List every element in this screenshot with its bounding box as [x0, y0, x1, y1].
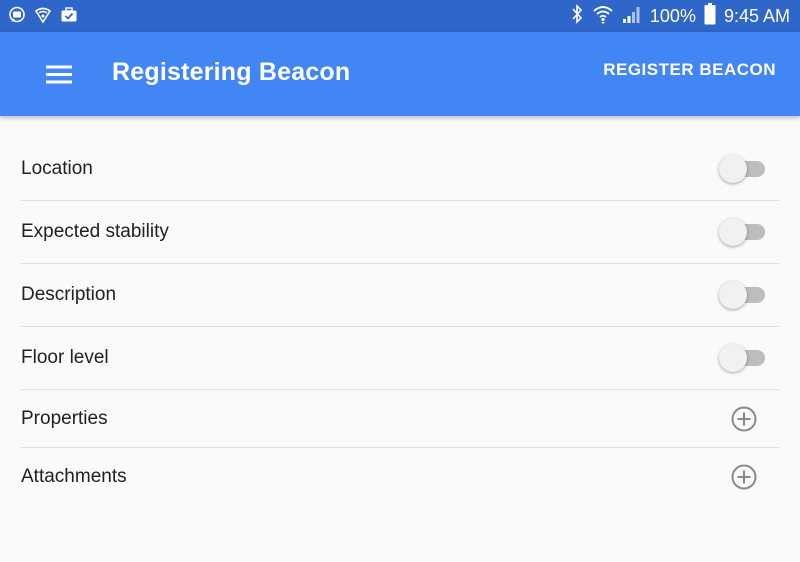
list-item-description: Description [21, 264, 779, 327]
status-bar: 100% 9:45 AM [0, 0, 800, 32]
toggle-thumb [719, 218, 747, 246]
notification-icons [8, 6, 78, 24]
shield-wifi-icon [34, 6, 52, 24]
menu-icon[interactable] [40, 56, 76, 92]
field-label: Properties [21, 407, 108, 429]
list-item-attachments: Attachments [21, 448, 779, 505]
field-list: Location Expected stability Description … [0, 138, 800, 505]
signal-icon [622, 4, 642, 29]
location-toggle[interactable] [719, 155, 767, 183]
toggle-thumb [719, 344, 747, 372]
briefcase-check-icon [60, 6, 78, 24]
register-beacon-button[interactable]: REGISTER BEACON [603, 60, 776, 80]
field-label: Description [21, 284, 117, 305]
wifi-icon [592, 4, 614, 29]
description-toggle[interactable] [719, 281, 767, 309]
field-label: Floor level [21, 347, 109, 368]
field-label: Expected stability [21, 221, 169, 242]
list-item-floor-level: Floor level [21, 327, 779, 390]
battery-icon [704, 2, 716, 30]
toggle-thumb [719, 281, 747, 309]
chat-bubble-icon [8, 6, 26, 24]
system-status: 100% 9:45 AM [570, 0, 790, 32]
add-attachment-icon[interactable] [731, 464, 757, 490]
field-label: Attachments [21, 465, 127, 487]
list-item-expected-stability: Expected stability [21, 201, 779, 264]
list-item-properties: Properties [21, 390, 779, 448]
battery-percent: 100% [649, 5, 696, 26]
page-title: Registering Beacon [112, 58, 351, 86]
floor-level-toggle[interactable] [719, 344, 767, 372]
list-item-location: Location [21, 138, 779, 201]
bluetooth-icon [570, 3, 584, 29]
clock: 9:45 AM [723, 5, 790, 26]
app-bar: Registering Beacon REGISTER BEACON [0, 32, 800, 116]
field-label: Location [21, 158, 93, 179]
toggle-thumb [719, 155, 747, 183]
add-property-icon[interactable] [731, 406, 757, 432]
expected-stability-toggle[interactable] [719, 218, 767, 246]
